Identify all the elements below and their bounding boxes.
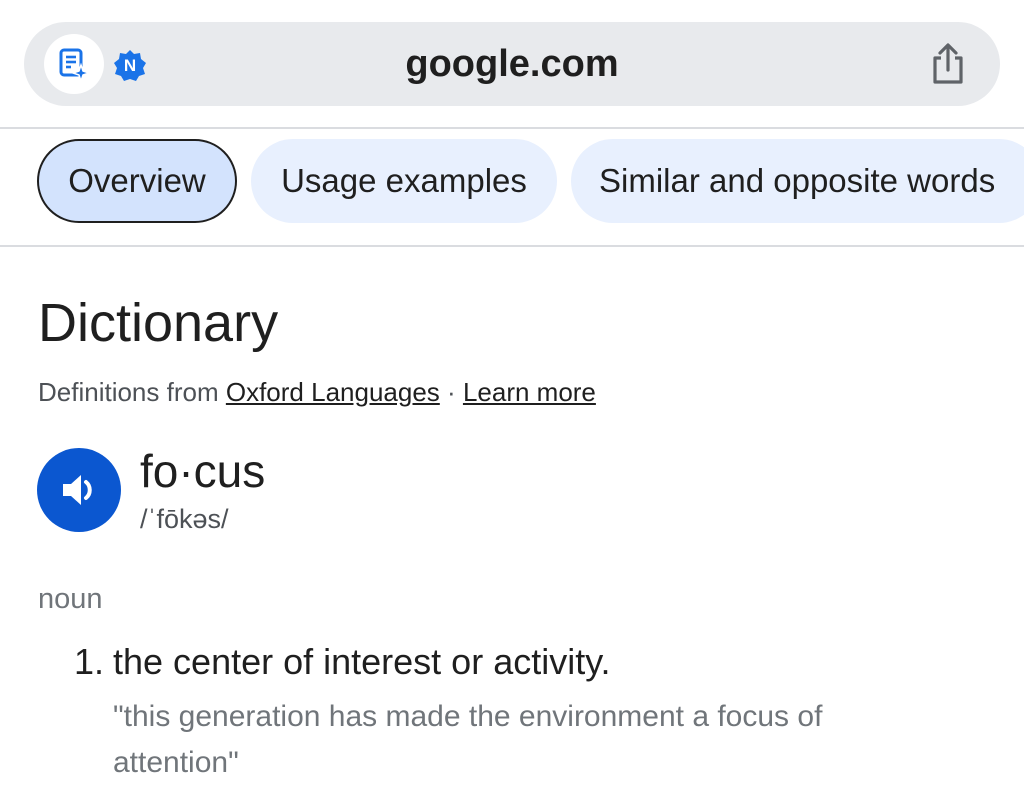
header-divider [0,127,1024,129]
pronunciation-audio-button[interactable] [37,448,121,532]
share-button[interactable] [924,40,972,88]
phonetic: /ˈfōkəs/ [140,504,229,534]
oxford-languages-link[interactable]: Oxford Languages [226,377,440,407]
tabs-divider [0,245,1024,247]
speaker-icon [63,475,92,505]
source-line: Definitions from Oxford Languages · Lear… [38,374,596,410]
search-page: N google.com Overview Usage examples Sim… [0,0,1024,805]
definition-example: "this generation has made the environmen… [113,700,823,779]
tab-similar-opposite-words[interactable]: Similar and opposite words [571,139,1024,223]
definition-text: the center of interest or activity. [113,641,611,682]
definition-number: 1. [74,641,105,682]
part-of-speech: noun [38,583,103,615]
tab-usage-examples[interactable]: Usage examples [251,139,557,223]
address-bar[interactable]: N google.com [24,22,1000,106]
learn-more-link[interactable]: Learn more [463,377,596,407]
url-text[interactable]: google.com [24,40,1000,88]
headword: fo·cus [140,445,266,497]
tab-overview[interactable]: Overview [37,139,237,223]
dictionary-title: Dictionary [38,293,279,353]
source-prefix: Definitions from [38,377,219,407]
source-separator: · [447,377,456,407]
share-icon [933,43,963,84]
